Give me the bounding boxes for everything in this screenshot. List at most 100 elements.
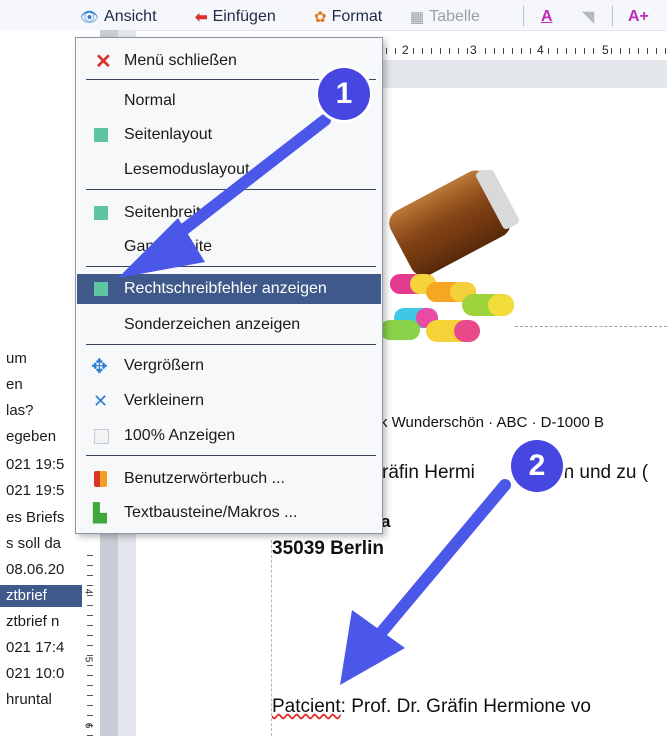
menu-item-seitenlayout[interactable]: Seitenlayout [77,120,381,150]
ansicht-menu-button[interactable]: 👁 Ansicht [80,7,157,27]
menu-100-label: 100% Anzeigen [124,427,236,444]
tabelle-menu-button[interactable]: ▦ Tabelle [410,7,480,27]
ruler-tick [521,48,522,54]
ruler-tick [620,48,621,54]
menu-separator [86,189,376,190]
ruler-number: 6 [82,722,94,729]
ruler-tick [395,48,396,54]
ruler-tick [494,48,495,54]
menu-textbausteine-label: Textbausteine/Makros ... [124,504,298,521]
ruler-tick [611,48,612,54]
ruler-tick [449,48,450,54]
ruler-tick [87,685,93,686]
ruler-number: 3 [470,43,477,57]
font-size-button[interactable]: A+ [628,7,649,27]
eraser-icon: ◥ [582,9,595,26]
ruler-tick [440,48,441,54]
ruler-tick [656,48,657,54]
ruler-tick [422,48,423,54]
recipient-name[interactable]: räfin Hermi [382,462,475,484]
zoom-out-arrows-icon: ✕ [93,390,109,411]
menu-normal-label: Normal [124,92,176,109]
eye-icon: 👁 [80,9,100,26]
menu-item-ganze-seite[interactable]: Ganze Seite [77,232,381,262]
einfuegen-menu-button[interactable]: ⬅ Einfügen [195,7,276,27]
ruler-tick [87,645,93,646]
step-badge-1: 1 [318,68,370,120]
menu-item-seitenbreite[interactable]: Seitenbreite [77,198,381,228]
misspelled-word[interactable]: Patcient [272,696,341,717]
einfuegen-label: Einfügen [212,8,276,25]
menu-vergroessern-label: Vergrößern [124,357,205,374]
toolbar-separator-2 [612,6,613,26]
menu-benutzerwb-label: Benutzerwörterbuch ... [124,470,285,487]
format-label: Format [331,8,383,25]
ruler-tick [413,48,414,54]
menu-sonderzeichen-label: Sonderzeichen anzeigen [124,316,301,333]
ruler-tick [87,605,93,606]
ruler-tick [548,48,549,54]
city-line[interactable]: 35039 Berlin [272,538,384,560]
step-badge-2: 2 [511,440,563,492]
font-color-button[interactable]: A [541,7,553,27]
ruler-tick [87,635,93,636]
format-menu-button[interactable]: ✿ Format [314,7,382,27]
pills-image [380,170,520,342]
dictionary-book-icon [94,471,107,487]
menu-close-label: Menü schließen [124,52,237,69]
ruler-tick [386,48,387,54]
zoom-in-arrows-icon: ✥ [91,355,108,378]
eraser-button[interactable]: ◥ [582,7,594,27]
font-color-icon: A [541,8,553,25]
recipient-name-rest[interactable]: on und zu ( [553,462,648,484]
insert-arrow-icon: ⬅ [195,9,208,26]
ruler-tick [87,585,93,586]
document-list-item[interactable]: s soll da [6,533,88,555]
tabelle-label: Tabelle [429,8,480,25]
document-list-item[interactable]: 021 17:4 [6,637,88,659]
ruler-number: 4 [82,588,94,595]
document-list-item[interactable]: ztbrief [0,585,88,607]
ruler-number: 2 [402,43,409,57]
menu-item-vergroessern[interactable]: ✥ Vergrößern [77,351,381,381]
ruler-number: 5 [82,656,94,663]
ruler-number: 5 [602,43,609,57]
menu-ganze-seite-label: Ganze Seite [124,238,213,255]
ruler-tick [467,48,468,54]
menu-item-verkleinern[interactable]: ✕ Verkleinern [77,386,381,416]
menu-seitenlayout-label: Seitenlayout [124,126,213,143]
sender-line[interactable]: k Wunderschön · ABC · D-1000 B [380,414,604,431]
ruler-tick [575,48,576,54]
document-list-item[interactable]: hruntal [6,689,88,711]
checked-mark-icon [94,206,108,220]
ruler-tick [503,48,504,54]
checked-mark-icon [94,128,108,142]
unchecked-mark-icon [94,428,109,444]
menu-rechtschreib-label: Rechtschreibfehler anzeigen [124,280,327,297]
ruler-tick [629,48,630,54]
puzzle-piece-icon: ▙ [93,502,107,523]
ruler-tick [512,48,513,54]
menu-item-sonderzeichen[interactable]: Sonderzeichen anzeigen [77,310,381,340]
menu-lesemodus-label: Lesemoduslayout [124,161,250,178]
menu-item-100-anzeigen[interactable]: 100% Anzeigen [77,421,381,451]
document-list-item[interactable]: 021 10:0 [6,663,88,685]
document-list-item[interactable]: ztbrief n [6,611,88,633]
document-list-item[interactable]: 08.06.20 [6,559,88,581]
ruler-tick [530,48,531,54]
ruler-tick [87,625,93,626]
ruler-tick [87,615,93,616]
ruler-tick [584,48,585,54]
ruler-tick [87,555,93,556]
menu-item-textbausteine[interactable]: ▙ Textbausteine/Makros ... [77,498,381,528]
menu-item-lesemodus[interactable]: Lesemoduslayout [77,155,381,185]
ruler-tick [87,575,93,576]
patient-line[interactable]: Patcient: Prof. Dr. Gräfin Hermione vo [272,696,591,718]
menu-item-rechtschreibfehler[interactable]: Rechtschreibfehler anzeigen [77,274,381,304]
menu-verkleinern-label: Verkleinern [124,392,205,409]
ruler-tick [485,48,486,54]
close-icon: ✕ [95,50,112,73]
ruler-tick [87,695,93,696]
menu-item-benutzerwoerterbuch[interactable]: Benutzerwörterbuch ... [77,464,381,494]
menu-separator [86,344,376,345]
